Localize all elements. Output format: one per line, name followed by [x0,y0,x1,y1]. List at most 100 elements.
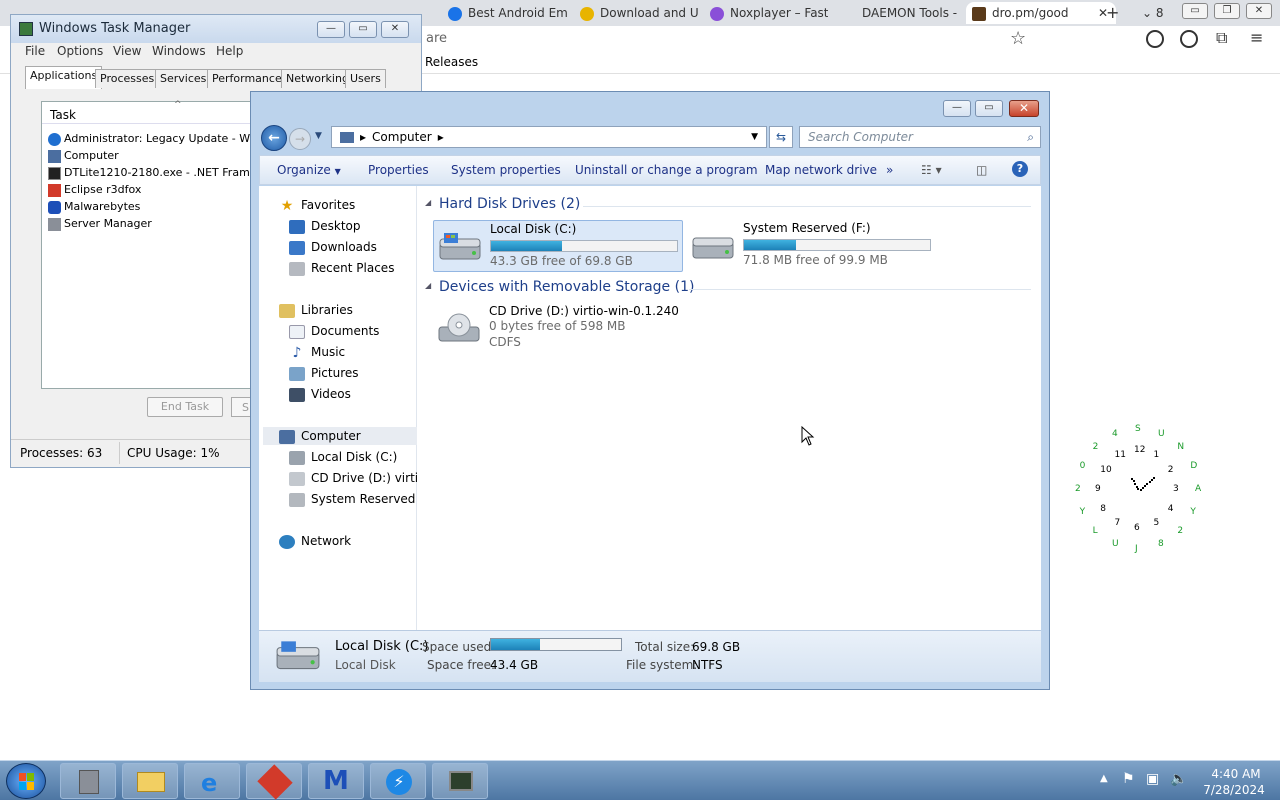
taskbar-r3dfox[interactable] [246,763,302,800]
recent-pages-icon[interactable]: ▼ [315,131,322,141]
tab-list-button[interactable]: ⌄ 8 [1142,2,1172,24]
system-properties-button[interactable]: System properties [451,163,561,177]
tab-applications[interactable]: Applications [25,66,103,89]
forward-button[interactable]: → [289,128,311,150]
profile-sync-icon[interactable] [1146,30,1164,48]
address-bar[interactable]: are [426,31,447,46]
close-button[interactable]: ✕ [381,21,409,38]
help-icon[interactable]: ? [1012,161,1028,177]
task-row[interactable]: Malwarebytes [48,198,140,215]
nav-videos[interactable]: Videos [289,385,351,403]
volume-muted-icon[interactable]: 🔈 [1170,771,1187,787]
browser-tab[interactable]: DAEMON Tools - [862,2,958,24]
nav-favorites[interactable]: ★ Favorites [279,196,356,214]
show-hidden-icons[interactable]: ▲ [1100,773,1108,784]
tab-processes[interactable]: Processes [95,69,160,88]
nav-desktop[interactable]: Desktop [289,217,361,235]
maximize-button[interactable]: ▭ [975,100,1003,117]
drive-local-disk-c[interactable]: Local Disk (C:) 43.3 GB free of 69.8 GB [433,220,683,272]
menu-file[interactable]: File [25,44,45,58]
drive-name: Local Disk (C:) [490,222,577,236]
minimize-button[interactable]: — [943,100,971,117]
account-icon[interactable] [1180,30,1198,48]
menu-view[interactable]: View [113,44,141,58]
nav-local-disk-c[interactable]: Local Disk (C:) [289,448,397,466]
menu-bar: File Options View Windows Help [11,43,421,61]
task-row[interactable]: DTLite1210-2180.exe - .NET Framework [48,164,283,181]
taskbar-daemon-tools[interactable]: ⚡ [370,763,426,799]
taskbar-explorer[interactable] [122,763,178,799]
group-removable-storage[interactable]: Devices with Removable Storage (1) [439,279,694,295]
nav-recent-places[interactable]: Recent Places [289,259,394,277]
end-task-button[interactable]: End Task [147,397,223,417]
star-icon[interactable]: ☆ [1010,28,1026,49]
maximize-button[interactable]: ▭ [349,21,377,38]
task-row[interactable]: Eclipse r3dfox [48,181,141,198]
nav-documents[interactable]: Documents [289,322,379,340]
nav-pictures[interactable]: Pictures [289,364,359,382]
search-input[interactable]: Search Computer ⌕ [799,126,1041,148]
address-bar[interactable]: ▸ Computer ▸ ▼ [331,126,767,148]
breadcrumb-computer[interactable]: Computer [372,130,432,144]
minimize-button[interactable]: — [317,21,345,38]
tab-networking[interactable]: Networking [281,69,354,88]
nav-computer[interactable]: Computer [263,427,417,445]
browser-minimize-button[interactable]: ▭ [1182,3,1208,19]
group-hard-disk-drives[interactable]: Hard Disk Drives (2) [439,196,580,212]
menu-help[interactable]: Help [216,44,243,58]
column-header-task[interactable]: Task ^ [42,100,260,124]
drive-name: System Reserved (F:) [743,221,871,235]
browser-tab[interactable]: Noxplayer – Faste [710,2,828,24]
breadcrumb-arrow-icon[interactable]: ▸ [438,130,444,144]
action-center-flag-icon[interactable]: ⚑ [1122,771,1135,787]
clock-letter: N [1177,441,1185,452]
clock-number: 2 [1167,464,1174,475]
preview-pane-icon[interactable]: ◫ [976,163,987,177]
bookmark-releases[interactable]: Releases [425,55,478,69]
nav-libraries[interactable]: Libraries [279,301,353,319]
collapse-arrow-icon[interactable]: ◢ [425,198,431,207]
clock-time[interactable]: 4:40 AM [1206,767,1266,781]
breadcrumb-arrow-icon[interactable]: ▸ [360,130,366,144]
task-row[interactable]: Server Manager [48,215,152,232]
collapse-arrow-icon[interactable]: ◢ [425,281,431,290]
back-button[interactable]: ← [261,125,287,151]
taskbar-task-manager[interactable] [432,763,488,799]
nav-network[interactable]: Network [279,532,351,550]
drive-cd-d[interactable]: CD Drive (D:) virtio-win-0.1.240 0 bytes… [433,303,693,355]
view-options-icon[interactable]: ☷ ▾ [921,163,942,177]
address-dropdown-icon[interactable]: ▼ [751,127,758,147]
network-status-icon[interactable]: ▣ [1146,771,1159,787]
properties-button[interactable]: Properties [368,163,429,177]
clock-date[interactable]: 7/28/2024 [1200,783,1268,797]
browser-restore-button[interactable]: ❐ [1214,3,1240,19]
menu-windows[interactable]: Windows [152,44,206,58]
browser-tab[interactable]: Best Android Em [448,2,568,24]
more-commands-button[interactable]: » [886,163,893,177]
browser-tab-active[interactable]: dro.pm/good ✕ [966,2,1116,24]
tab-users[interactable]: Users [345,69,386,88]
nav-downloads[interactable]: Downloads [289,238,377,256]
extensions-icon[interactable]: ⧉ [1216,28,1227,48]
menu-options[interactable]: Options [57,44,103,58]
tab-performance[interactable]: Performance [207,69,287,88]
browser-close-button[interactable]: ✕ [1246,3,1272,19]
menu-icon[interactable]: ≡ [1250,28,1263,47]
uninstall-program-button[interactable]: Uninstall or change a program [575,163,758,177]
space-used-fill [491,639,541,650]
clock-gadget[interactable]: 12 1 2 3 4 5 6 7 8 9 10 11 S U N D A Y 2 8 J U L Y 2 0 2 4 [1068,420,1208,560]
task-row[interactable]: Computer [48,147,119,164]
start-button[interactable] [6,763,46,799]
taskbar-malwarebytes[interactable]: M [308,763,364,799]
nav-music[interactable]: ♪ Music [289,343,346,361]
browser-tab[interactable]: Download and U [580,2,698,24]
close-button[interactable]: ✕ [1009,100,1039,117]
drive-system-reserved-f[interactable]: System Reserved (F:) 71.8 MB free of 99.… [687,220,947,272]
organize-button[interactable]: Organize ▼ [277,163,341,177]
tab-services[interactable]: Services [155,69,212,88]
taskbar-server-manager[interactable] [60,763,116,799]
map-network-drive-button[interactable]: Map network drive [765,163,877,177]
taskbar-internet-explorer[interactable]: e [184,763,240,799]
new-tab-button[interactable]: + [1106,2,1122,24]
refresh-icon[interactable]: ⇆ [769,126,793,148]
